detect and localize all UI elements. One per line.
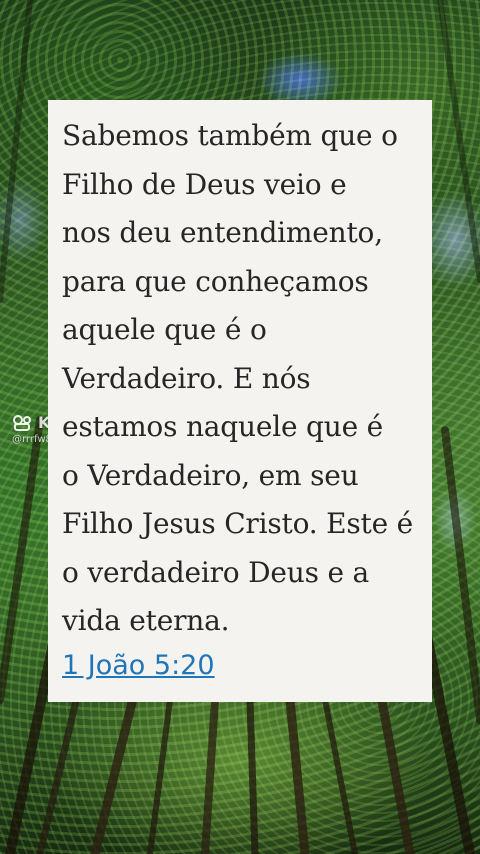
verse-line: vida eterna.: [62, 604, 230, 637]
video-frame[interactable]: Kwai @rrrfw829 Sabemos também que o Filh…: [0, 0, 480, 854]
verse-line: Filho Jesus Cristo. Este é: [62, 507, 414, 540]
verse-line: Sabemos também que o: [62, 119, 398, 152]
verse-reference-link[interactable]: 1 João 5:20: [62, 646, 215, 686]
verse-line: o verdadeiro Deus e a: [62, 555, 370, 589]
verse-line: Filho de Deus veio e: [62, 167, 347, 201]
kwai-logo-icon: [12, 415, 34, 431]
verse-line: nos deu entendimento,: [62, 216, 383, 249]
verse-line: Verdadeiro. E nós: [62, 361, 311, 395]
verse-line: para que conheçamos: [62, 264, 369, 298]
verse-line: aquele que é o: [62, 313, 267, 346]
verse-line: estamos naquele que é: [62, 410, 384, 443]
verse-line: o Verdadeiro, em seu: [62, 458, 359, 492]
verse-text: Sabemos também que o Filho de Deus veio …: [62, 112, 418, 646]
verse-card: Sabemos também que o Filho de Deus veio …: [48, 100, 432, 702]
